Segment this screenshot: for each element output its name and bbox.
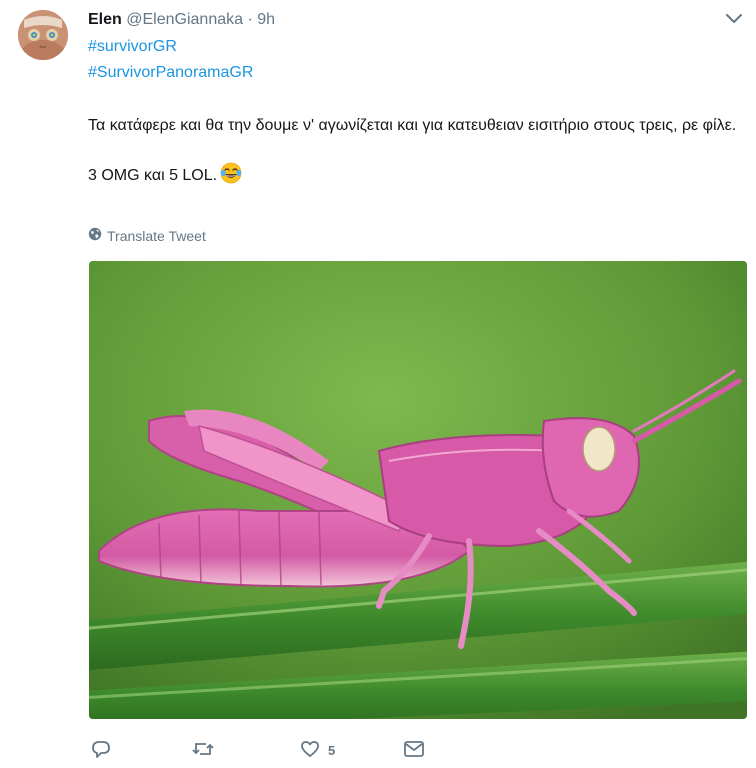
- grasshopper-photo: [89, 261, 747, 719]
- envelope-icon: [403, 739, 425, 762]
- tweet-text-paragraph: Τα κατάφερε και θα την δουμε ν' αγωνίζετ…: [88, 117, 737, 134]
- tweet-text-paragraph: 3 OMG και 5 LOL.: [88, 162, 748, 188]
- reply-icon: [91, 739, 111, 762]
- tweet-header: Elen @ElenGiannaka · 9h: [88, 10, 275, 30]
- globe-icon: [88, 227, 102, 245]
- translate-label: Translate Tweet: [107, 228, 206, 244]
- avatar-image: [18, 10, 68, 60]
- face-with-tears-of-joy-icon: [220, 162, 242, 184]
- tweet-media-image[interactable]: [89, 261, 747, 719]
- avatar[interactable]: [18, 10, 68, 60]
- tweet: Elen @ElenGiannaka · 9h #survivorGR #Sur…: [0, 0, 756, 768]
- chevron-down-icon[interactable]: [724, 12, 744, 26]
- hashtag-link[interactable]: #survivorGR: [88, 37, 177, 57]
- retweet-button[interactable]: [191, 738, 215, 762]
- hashtag-link[interactable]: #SurvivorPanoramaGR: [88, 63, 253, 83]
- tweet-text: Τα κατάφερε και θα την δουμε ν' αγωνίζετ…: [88, 114, 748, 188]
- tweet-timestamp[interactable]: 9h: [257, 11, 275, 28]
- author-handle[interactable]: @ElenGiannaka: [126, 11, 243, 28]
- like-button[interactable]: 5: [300, 738, 335, 762]
- tweet-actions: 5: [88, 738, 488, 762]
- direct-message-button[interactable]: [403, 738, 425, 762]
- header-separator: ·: [247, 11, 253, 28]
- retweet-icon: [191, 739, 215, 762]
- tweet-text-line: 3 OMG και 5 LOL.: [88, 167, 218, 184]
- heart-icon: [300, 739, 320, 762]
- author-name[interactable]: Elen: [88, 11, 122, 28]
- translate-tweet-link[interactable]: Translate Tweet: [88, 227, 206, 245]
- like-count: 5: [328, 742, 336, 758]
- reply-button[interactable]: [91, 738, 111, 762]
